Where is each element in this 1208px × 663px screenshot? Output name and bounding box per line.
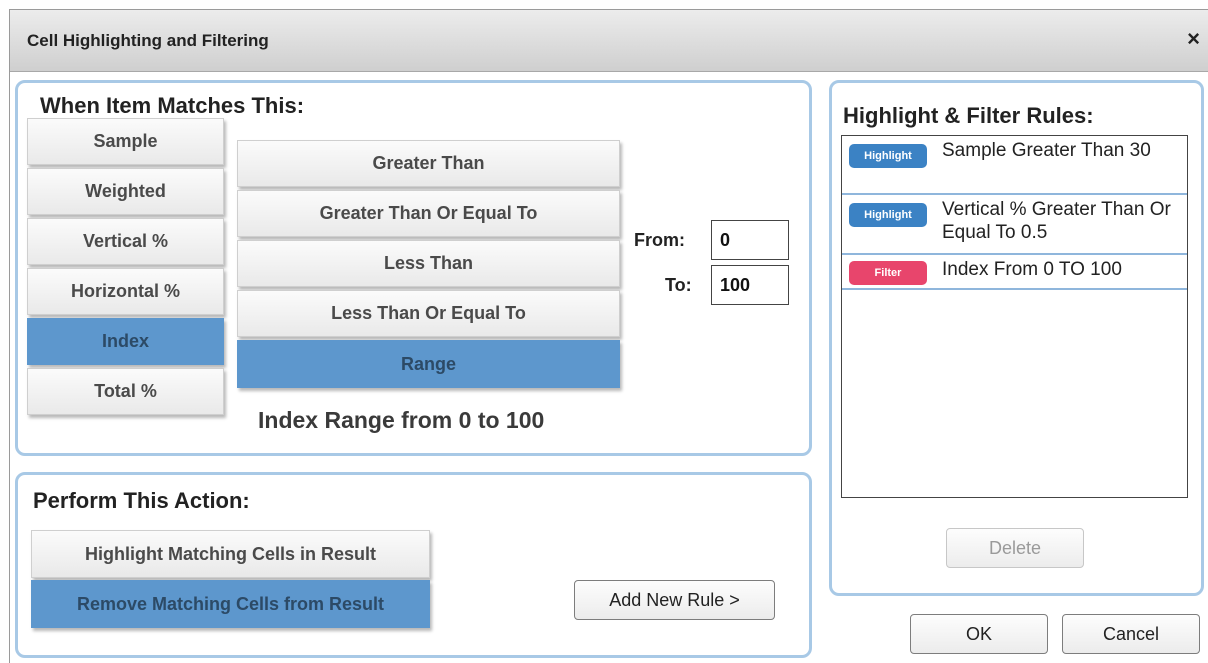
rule-text: Index From 0 TO 100 (942, 259, 1122, 280)
rule-text: Vertical % Greater Than Or Equal To 0.5 (942, 199, 1171, 243)
condition-button-greater-than[interactable]: Greater Than (237, 140, 620, 187)
dialog-titlebar: Cell Highlighting and Filtering × (10, 10, 1208, 72)
rule-summary: Index Range from 0 to 100 (258, 407, 545, 433)
action-panel-title: Perform This Action: (33, 488, 250, 513)
rule-badge-filter: Filter (849, 261, 927, 285)
rules-list: Highlight Sample Greater Than 30 Highlig… (841, 135, 1188, 498)
from-input[interactable] (711, 220, 789, 260)
field-button-weighted[interactable]: Weighted (27, 168, 224, 215)
condition-button-range[interactable]: Range (237, 340, 620, 388)
close-icon[interactable]: × (1187, 26, 1200, 52)
rule-text: Sample Greater Than 30 (942, 140, 1151, 161)
from-label: From: (634, 230, 685, 250)
delete-rule-button[interactable]: Delete (946, 528, 1084, 568)
rule-item[interactable]: Highlight Vertical % Greater Than Or Equ… (842, 195, 1187, 255)
rule-item[interactable]: Highlight Sample Greater Than 30 (842, 136, 1187, 195)
field-button-horizontal-pct[interactable]: Horizontal % (27, 268, 224, 315)
rule-badge-highlight: Highlight (849, 144, 927, 168)
dialog-title: Cell Highlighting and Filtering (27, 31, 269, 50)
cancel-button[interactable]: Cancel (1062, 614, 1200, 654)
match-panel-title: When Item Matches This: (40, 93, 305, 118)
rule-badge-highlight: Highlight (849, 203, 927, 227)
field-button-total-pct[interactable]: Total % (27, 368, 224, 415)
to-label: To: (665, 275, 692, 295)
condition-button-greater-than-or-equal[interactable]: Greater Than Or Equal To (237, 190, 620, 237)
add-new-rule-button[interactable]: Add New Rule > (574, 580, 775, 620)
remove-action-button[interactable]: Remove Matching Cells from Result (31, 580, 430, 628)
field-button-index[interactable]: Index (27, 318, 224, 365)
rule-item[interactable]: Filter Index From 0 TO 100 (842, 255, 1187, 290)
condition-button-less-than-or-equal[interactable]: Less Than Or Equal To (237, 290, 620, 337)
field-button-sample[interactable]: Sample (27, 118, 224, 165)
highlight-action-button[interactable]: Highlight Matching Cells in Result (31, 530, 430, 578)
rules-panel-title: Highlight & Filter Rules: (843, 103, 1094, 128)
condition-button-less-than[interactable]: Less Than (237, 240, 620, 287)
ok-button[interactable]: OK (910, 614, 1048, 654)
to-input[interactable] (711, 265, 789, 305)
field-button-vertical-pct[interactable]: Vertical % (27, 218, 224, 265)
